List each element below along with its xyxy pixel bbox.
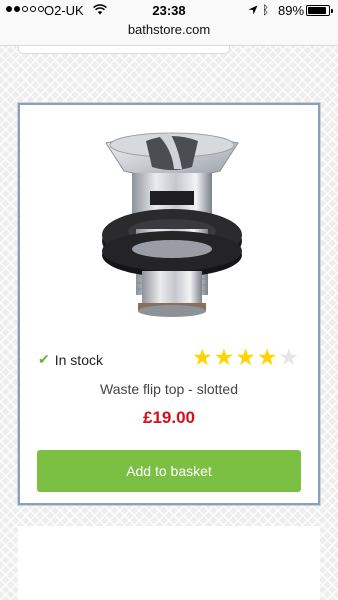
location-icon [248,5,258,15]
bluetooth-icon: ᛒ [262,3,270,17]
star-filled-icon: ★ [256,344,278,370]
checkmark-icon: ✔ [38,351,50,367]
star-empty-icon: ★ [278,344,300,370]
status-bar: O2-UK 23:38 ᛒ 89% [0,0,338,22]
battery-icon [306,5,333,16]
star-filled-icon: ★ [235,344,256,370]
product-card[interactable]: ✔ In stock ★ ★ ★ ★ ★ Waste flip top - slotte… [18,103,320,505]
battery-level [308,7,326,14]
product-name[interactable]: Waste flip top - slotted [20,381,318,397]
stock-status: ✔ In stock [38,351,103,368]
stock-status-label: In stock [54,351,103,368]
product-price: £19.00 [143,408,195,427]
star-filled-icon: ★ [213,344,235,370]
browser-top-bar: O2-UK 23:38 ᛒ 89% bathstore.com [0,0,338,46]
star-filled-icon: ★ [192,344,213,370]
star-rating: ★ ★ ★ ★ ★ [192,344,299,370]
previous-product-card [18,46,230,54]
battery-percent: 89% [278,3,305,18]
add-to-basket-button[interactable]: Add to basket [37,450,301,492]
next-product-card [18,526,320,600]
url-bar[interactable]: bathstore.com [0,22,338,37]
product-image[interactable] [98,131,246,341]
